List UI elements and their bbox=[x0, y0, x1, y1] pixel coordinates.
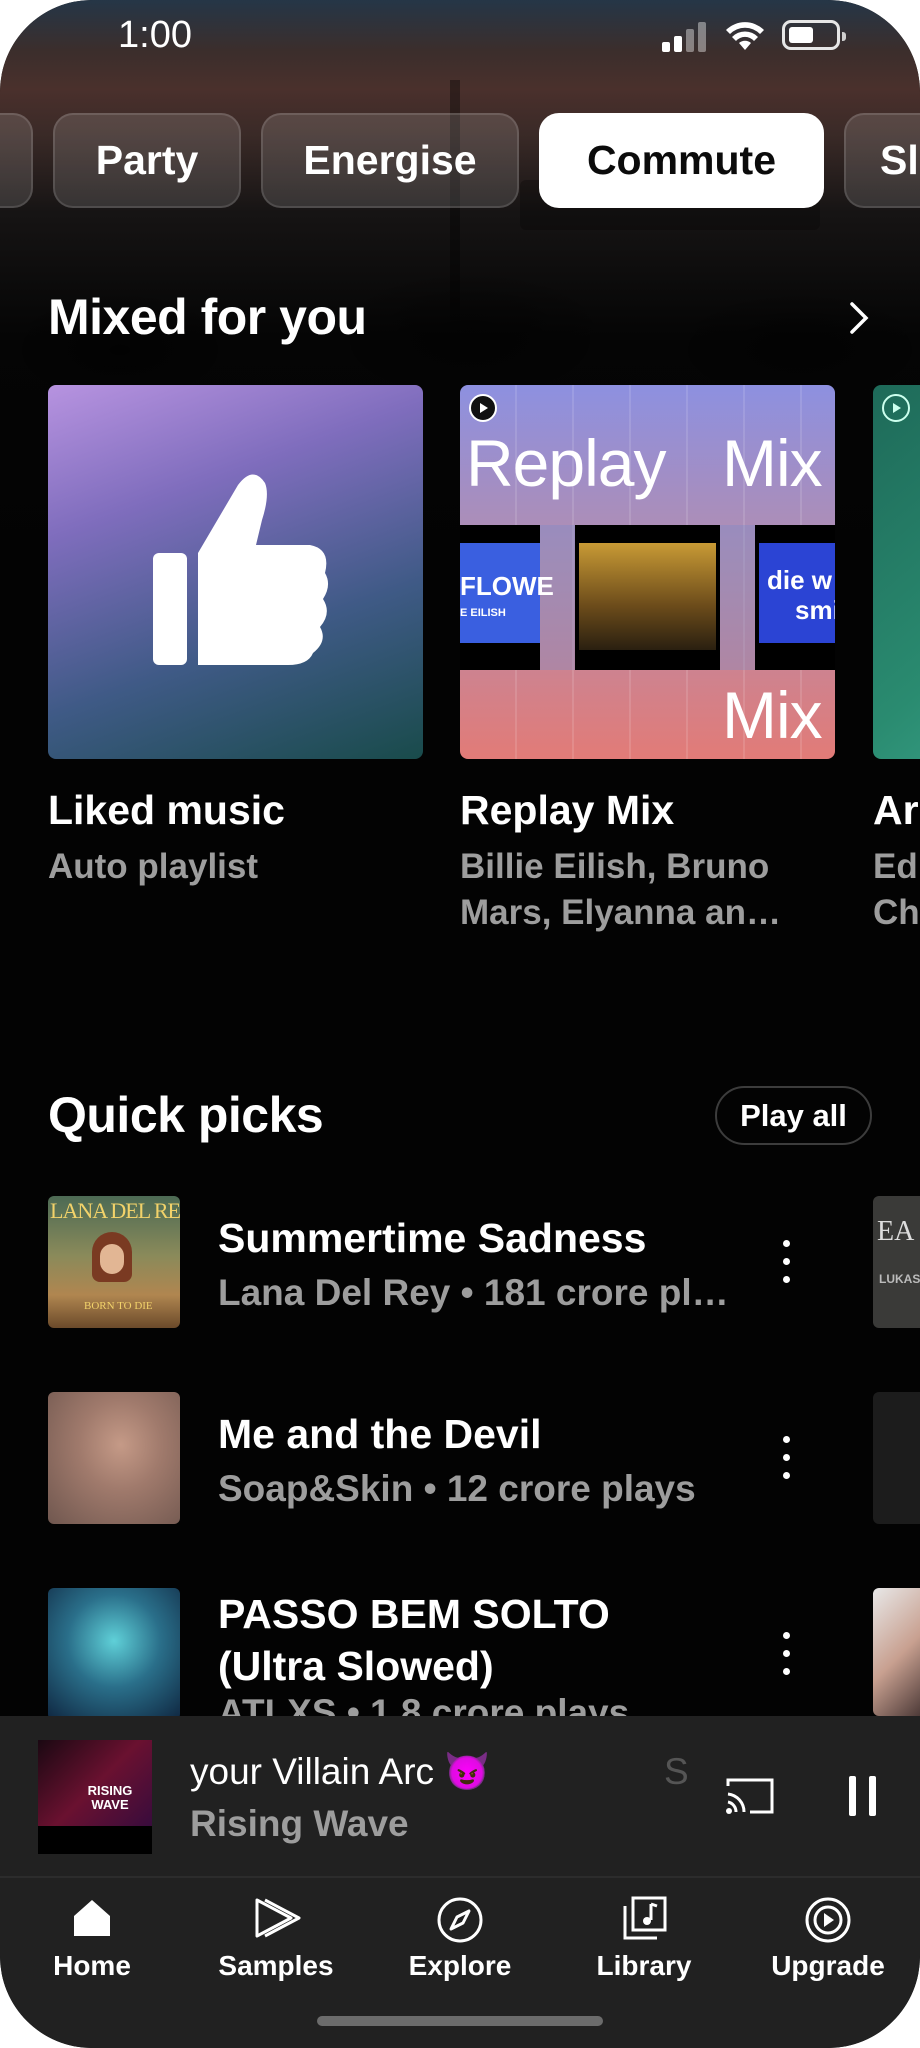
more-options-icon[interactable] bbox=[780, 1240, 792, 1284]
card-replay-mix[interactable]: Replay Mix Mix FLOWE E EILISH die w smi … bbox=[460, 385, 835, 936]
chip-sl[interactable]: Sl bbox=[844, 113, 920, 208]
replay-art-label-right: die w bbox=[767, 565, 833, 595]
battery-icon bbox=[782, 20, 846, 50]
nav-library[interactable]: Library bbox=[559, 1896, 729, 2006]
peek-art-label: EA bbox=[877, 1216, 915, 1247]
album-art bbox=[48, 1588, 180, 1716]
quick-pick-row[interactable]: Me and the Devil Soap&Skin • 12 crore pl… bbox=[48, 1392, 888, 1524]
song-subtitle: Lana Del Rey • 181 crore pl… bbox=[218, 1272, 729, 1313]
album-art: LANA DEL REY BORN TO DIE bbox=[48, 1196, 180, 1328]
chevron-right-icon[interactable] bbox=[846, 300, 872, 336]
home-icon bbox=[74, 1900, 110, 1936]
play-all-button[interactable]: Play all bbox=[715, 1086, 872, 1145]
signal-icon bbox=[662, 22, 708, 52]
chip-partial-left[interactable] bbox=[0, 113, 33, 208]
pause-button[interactable] bbox=[849, 1776, 879, 1816]
nav-label: Samples bbox=[218, 1950, 334, 1981]
quick-pick-peek-art[interactable] bbox=[873, 1392, 920, 1524]
card-liked-music[interactable]: Liked music Auto playlist bbox=[48, 385, 423, 890]
song-title-line-2: (Ultra Slowed) bbox=[218, 1643, 494, 1689]
nav-label: Upgrade bbox=[771, 1950, 885, 1981]
album-art-text: LANA DEL REY bbox=[50, 1198, 180, 1223]
replay-art-label-right-2: smi bbox=[795, 595, 835, 625]
replay-mix-art: Replay Mix Mix FLOWE E EILISH die w smi bbox=[460, 385, 835, 759]
quick-picks-title: Quick picks bbox=[48, 1087, 324, 1143]
nav-label: Library bbox=[596, 1950, 692, 1981]
phone-screen: 1:00 Party Energise Commute Sl Mixed for… bbox=[0, 0, 920, 2048]
card-title: Liked music bbox=[48, 787, 285, 833]
quick-pick-peek-art[interactable] bbox=[873, 1588, 920, 1716]
nav-samples[interactable]: Samples bbox=[191, 1896, 361, 2006]
library-icon bbox=[623, 1896, 667, 1940]
thumbs-up-icon bbox=[153, 474, 329, 665]
song-title: Me and the Devil bbox=[218, 1411, 542, 1457]
card-title: Ar bbox=[873, 787, 919, 833]
liked-music-art bbox=[48, 385, 423, 759]
replay-art-text: Replay bbox=[466, 426, 666, 500]
wifi-icon bbox=[726, 22, 764, 50]
card-subtitle: Auto playlist bbox=[48, 847, 259, 886]
third-mix-art bbox=[873, 385, 920, 759]
now-playing-art-text: RISING WAVE bbox=[87, 1783, 133, 1812]
card-subtitle: Billie Eilish, Bruno Mars, Elyanna an… bbox=[460, 847, 781, 932]
quick-pick-peek-art[interactable]: EA LUKAS bbox=[873, 1196, 920, 1328]
mix-art-text-bottom: Mix bbox=[722, 678, 823, 752]
nav-label: Explore bbox=[408, 1950, 512, 1981]
song-title: PASSO BEM SOLTO bbox=[218, 1591, 610, 1637]
replay-art-label-left-sub: E EILISH bbox=[460, 607, 506, 619]
nav-explore[interactable]: Explore bbox=[375, 1896, 545, 2006]
upgrade-icon bbox=[805, 1897, 851, 1943]
chip-energise[interactable]: Energise bbox=[261, 113, 519, 208]
mini-player[interactable]: RISING WAVE your Villain Arc 😈 S Rising … bbox=[0, 1716, 920, 1876]
chip-commute[interactable]: Commute bbox=[539, 113, 824, 208]
card-subtitle: Ed Ch bbox=[873, 847, 920, 932]
song-subtitle: ATLXS • 1.8 crore plays bbox=[218, 1692, 630, 1716]
chip-party[interactable]: Party bbox=[53, 113, 241, 208]
album-art-subtext: BORN TO DIE bbox=[84, 1300, 153, 1312]
status-bar: 1:00 bbox=[0, 0, 920, 72]
card-title: Replay Mix bbox=[460, 787, 675, 833]
song-subtitle: Soap&Skin • 12 crore plays bbox=[218, 1468, 696, 1509]
explore-icon bbox=[437, 1897, 483, 1943]
youtube-music-badge-icon bbox=[469, 394, 497, 422]
mixed-for-you-title: Mixed for you bbox=[48, 289, 367, 345]
now-playing-marquee-next: S bbox=[664, 1751, 689, 1792]
cast-icon[interactable] bbox=[726, 1776, 774, 1816]
quick-pick-row[interactable]: LANA DEL REY BORN TO DIE Summertime Sadn… bbox=[48, 1196, 888, 1328]
more-options-icon[interactable] bbox=[780, 1632, 792, 1676]
now-playing-art: RISING WAVE bbox=[38, 1740, 152, 1854]
peek-art-label-2: LUKAS bbox=[879, 1272, 920, 1286]
samples-icon bbox=[255, 1898, 301, 1938]
home-indicator[interactable] bbox=[317, 2016, 603, 2026]
nav-upgrade[interactable]: Upgrade bbox=[743, 1896, 913, 2006]
song-title: Summertime Sadness bbox=[218, 1215, 647, 1261]
now-playing-title: your Villain Arc 😈 bbox=[190, 1751, 491, 1792]
youtube-music-badge-icon bbox=[882, 394, 910, 422]
replay-art-label-left: FLOWE bbox=[460, 571, 554, 601]
mix-art-text: Mix bbox=[722, 426, 823, 500]
nav-home[interactable]: Home bbox=[7, 1896, 177, 2006]
album-art bbox=[48, 1392, 180, 1524]
card-partial-third[interactable]: Ar Ed Ch bbox=[873, 385, 920, 936]
nav-label: Home bbox=[53, 1950, 131, 1981]
mood-chips: Party Energise Commute Sl bbox=[0, 113, 920, 208]
now-playing-artist: Rising Wave bbox=[190, 1803, 409, 1844]
quick-pick-row[interactable]: PASSO BEM SOLTO (Ultra Slowed) ATLXS • 1… bbox=[48, 1588, 888, 1716]
status-time: 1:00 bbox=[118, 14, 192, 56]
more-options-icon[interactable] bbox=[780, 1436, 792, 1480]
